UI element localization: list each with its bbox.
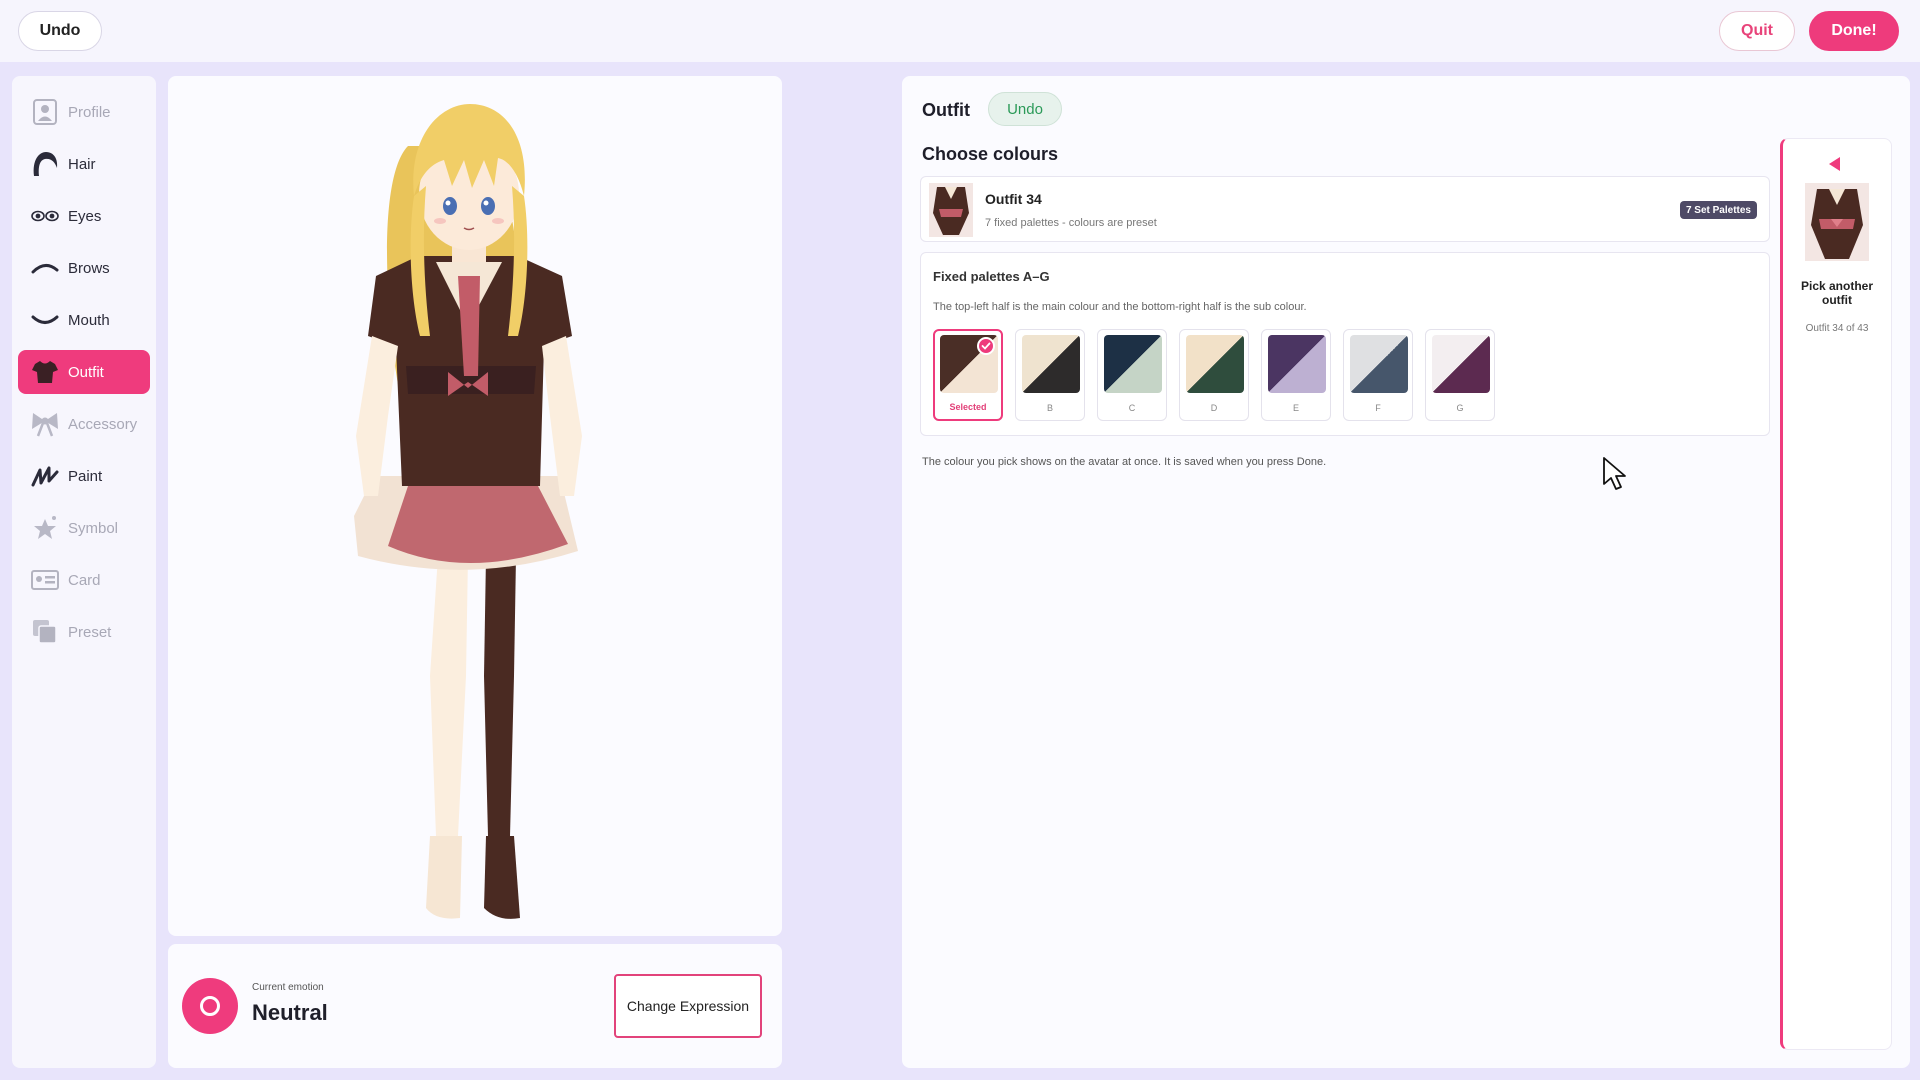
outfit-icon: [30, 357, 60, 387]
palettes-title: Fixed palettes A–G: [933, 269, 1050, 284]
outfit-description: 7 fixed palettes - colours are preset: [985, 217, 1157, 229]
palette-swatch-label: F: [1375, 403, 1381, 413]
category-sidebar: Profile Hair Eyes Brows Mouth Outfit Acc…: [12, 76, 156, 1068]
palettes-help: The top-left half is the main colour and…: [933, 301, 1307, 313]
sidebar-item-accessory[interactable]: Accessory: [18, 402, 150, 446]
sidebar-item-preset[interactable]: Preset: [18, 610, 150, 654]
profile-icon: [30, 97, 60, 127]
emotion-value: Neutral: [252, 1000, 328, 1025]
palette-swatch-label: G: [1456, 403, 1464, 413]
palette-swatch-c[interactable]: C: [1097, 329, 1167, 421]
checkmark-icon: [977, 337, 995, 355]
sidebar-item-label: Hair: [68, 155, 96, 173]
sidebar-item-symbol[interactable]: Symbol: [18, 506, 150, 550]
sidebar-item-brows[interactable]: Brows: [18, 246, 150, 290]
sidebar-item-profile[interactable]: Profile: [18, 90, 150, 134]
choose-colours-heading: Choose colours: [922, 144, 1059, 164]
sidebar-item-label: Accessory: [68, 415, 138, 433]
palette-count-badge: 7 Set Palettes: [1679, 201, 1757, 219]
sidebar-item-paint[interactable]: Paint: [18, 454, 150, 498]
palette-swatch-d[interactable]: D: [1179, 329, 1249, 421]
palette-colour-preview: [1268, 335, 1326, 393]
outfit-thumbnail: [929, 183, 973, 237]
sidebar-item-label: Mouth: [68, 311, 110, 329]
avatar-figure: [354, 104, 582, 919]
palette-colour-preview: [1432, 335, 1490, 393]
sidebar-item-label: Card: [68, 571, 101, 589]
sidebar-item-label: Brows: [68, 259, 110, 277]
sidebar-item-outfit[interactable]: Outfit: [18, 350, 150, 394]
sidebar-item-mouth[interactable]: Mouth: [18, 298, 150, 342]
outfit-picker: Pick another outfit Outfit 34 of 43: [1780, 138, 1892, 1050]
palette-swatch-label: C: [1128, 403, 1136, 413]
sidebar-item-label: Outfit: [68, 363, 104, 381]
emotion-panel: Current emotion Neutral Change Expressio…: [168, 944, 782, 1068]
palette-swatch-label: B: [1046, 403, 1053, 413]
outfit-editor-panel: Outfit Undo Choose colours Outfit 34 7 f…: [902, 76, 1910, 1068]
change-expression-button[interactable]: Change Expression: [614, 974, 762, 1038]
sidebar-item-label: Paint: [68, 467, 103, 485]
palette-swatch-label: E: [1292, 403, 1299, 413]
hair-icon: [30, 149, 60, 179]
sidebar-item-label: Symbol: [68, 519, 119, 537]
palette-swatch-selected[interactable]: Selected: [933, 329, 1003, 421]
accessory-icon: [30, 409, 60, 439]
sidebar-item-label: Eyes: [68, 207, 102, 225]
outfit-name: Outfit 34: [985, 191, 1042, 207]
section-title: Outfit: [922, 100, 970, 120]
sidebar-item-label: Preset: [68, 623, 112, 641]
outfit-thumbnail[interactable]: [1805, 183, 1869, 261]
done-button[interactable]: Done!: [1809, 11, 1899, 51]
fixed-palettes-card: Fixed palettes A–G The top-left half is …: [920, 252, 1770, 436]
sidebar-item-card[interactable]: Card: [18, 558, 150, 602]
paint-icon: [30, 461, 60, 491]
emotion-caption: Current emotion: [252, 982, 324, 993]
symbol-icon: [30, 513, 60, 543]
preset-icon: [30, 617, 60, 647]
sidebar-item-hair[interactable]: Hair: [18, 142, 150, 186]
quit-button[interactable]: Quit: [1719, 11, 1795, 51]
palette-swatch-b[interactable]: B: [1015, 329, 1085, 421]
brows-icon: [30, 253, 60, 283]
palette-colour-preview: [1104, 335, 1162, 393]
sidebar-item-label: Profile: [68, 103, 111, 121]
palette-swatch-e[interactable]: E: [1261, 329, 1331, 421]
palette-colour-preview: [1022, 335, 1080, 393]
palette-swatch-label: D: [1210, 403, 1218, 413]
card-icon: [30, 565, 60, 595]
palette-swatch-label: Selected: [949, 402, 987, 412]
current-outfit-card: Outfit 34 7 fixed palettes - colours are…: [920, 176, 1770, 242]
mouth-icon: [30, 305, 60, 335]
avatar-preview-panel: [168, 76, 782, 936]
eyes-icon: [30, 201, 60, 231]
sidebar-item-eyes[interactable]: Eyes: [18, 194, 150, 238]
outfit-undo-button[interactable]: Undo: [988, 92, 1062, 126]
palette-colour-preview: [1350, 335, 1408, 393]
undo-button[interactable]: Undo: [18, 11, 102, 51]
emotion-icon: [182, 978, 238, 1034]
palette-swatch-g[interactable]: G: [1425, 329, 1495, 421]
top-bar: Undo Quit Done!: [0, 0, 1920, 62]
palette-colour-preview: [1186, 335, 1244, 393]
pick-another-outfit-label: Pick another outfit: [1800, 279, 1874, 307]
mouse-cursor-icon: [1603, 457, 1626, 490]
save-note: The colour you pick shows on the avatar …: [922, 456, 1327, 468]
palette-swatch-f[interactable]: F: [1343, 329, 1413, 421]
previous-arrow-icon[interactable]: [1829, 157, 1840, 171]
outfit-counter: Outfit 34 of 43: [1805, 323, 1869, 334]
